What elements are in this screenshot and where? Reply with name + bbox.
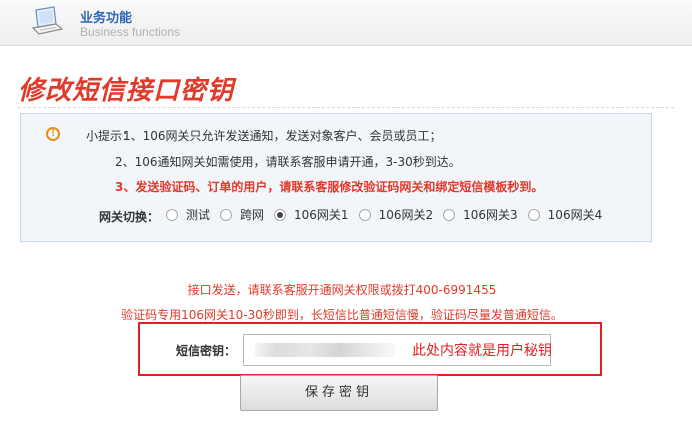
radio-button[interactable] bbox=[527, 208, 540, 221]
radio-button[interactable] bbox=[220, 208, 233, 221]
key-annotation: 此处内容就是用户秘钥 bbox=[412, 343, 552, 359]
gateway-option-106-3[interactable]: 106网关3 bbox=[443, 206, 518, 223]
notice-verification: 验证码专用106网关10-30秒即到，长短信比普通短信慢，验证码尽量发普通短信。 bbox=[121, 308, 563, 322]
tip-line-1: 1、106网关只允许发送通知，发送对象客户、会员或员工； bbox=[123, 129, 442, 143]
tips-panel: ! 小提示： 1、106网关只允许发送通知，发送对象客户、会员或员工； 2、10… bbox=[20, 113, 652, 242]
gateway-option-label: 测试 bbox=[186, 208, 211, 222]
gateway-options: 测试 跨网 106网关1 106网关2 106网关3 106网关4 bbox=[166, 206, 612, 223]
page-title: 修改短信接口密钥 bbox=[18, 76, 235, 106]
radio-button[interactable] bbox=[166, 208, 178, 221]
radio-button[interactable] bbox=[443, 208, 456, 221]
laptop-icon bbox=[31, 6, 64, 35]
notice-contact: 接口发送，请联系客服开通网关权限或拨打400-6991455 bbox=[187, 283, 497, 297]
warning-icon: ! bbox=[46, 127, 60, 141]
gateway-option-label: 跨网 bbox=[240, 208, 265, 222]
gateway-option-label: 106网关1 bbox=[294, 208, 349, 222]
title-divider bbox=[18, 107, 674, 108]
page-header: 业务功能 Business functions bbox=[0, 0, 692, 46]
radio-button-checked[interactable] bbox=[274, 208, 287, 221]
tip-line-3: 3、发送验证码、订单的用户，请联系客服修改验证码网关和绑定短信模板秒到。 bbox=[115, 180, 544, 194]
redacted-key-value bbox=[255, 343, 395, 357]
gateway-option-106-2[interactable]: 106网关2 bbox=[358, 206, 434, 223]
gateway-option-106-1[interactable]: 106网关1 bbox=[274, 206, 349, 223]
tip-line-2: 2、106通知网关如需使用，请联系客服申请开通，3-30秒到达。 bbox=[115, 155, 461, 169]
save-key-button[interactable]: 保存密钥 bbox=[240, 375, 438, 411]
gateway-option-crossnet[interactable]: 跨网 bbox=[220, 206, 264, 223]
header-subtitle: Business functions bbox=[80, 25, 181, 39]
gateway-option-test[interactable]: 测试 bbox=[166, 206, 210, 223]
gateway-option-label: 106网关4 bbox=[547, 208, 603, 222]
radio-button[interactable] bbox=[358, 208, 371, 221]
gateway-option-label: 106网关2 bbox=[378, 208, 434, 222]
gateway-option-label: 106网关3 bbox=[463, 208, 518, 222]
gateway-option-106-4[interactable]: 106网关4 bbox=[527, 206, 603, 223]
gateway-switch-label: 网关切换： bbox=[99, 210, 160, 224]
header-title: 业务功能 bbox=[80, 11, 133, 26]
sms-key-label: 短信密钥： bbox=[176, 344, 237, 358]
